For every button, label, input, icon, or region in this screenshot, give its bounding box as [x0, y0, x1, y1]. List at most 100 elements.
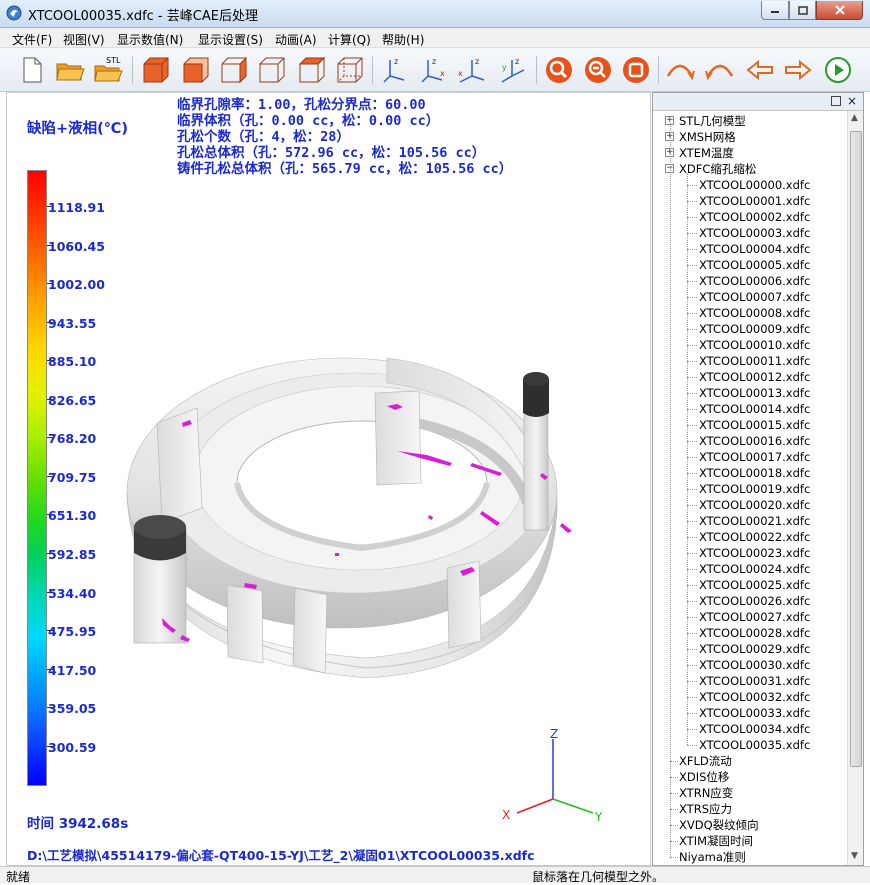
minimize-icon: [771, 11, 779, 13]
rotate-ccw-icon[interactable]: [704, 54, 736, 86]
menu-file[interactable]: 文件(F): [12, 31, 52, 48]
menu-show-values[interactable]: 显示数值(N): [117, 31, 183, 48]
fit-view-icon[interactable]: [620, 54, 652, 86]
tree-file-item[interactable]: XTCOOL00030.xdfc: [699, 657, 810, 673]
cube-wire-icon[interactable]: [256, 54, 288, 86]
tree-file-item[interactable]: XTCOOL00024.xdfc: [699, 561, 810, 577]
tree-result-item[interactable]: XTRS应力: [679, 801, 732, 817]
play-icon[interactable]: [822, 54, 854, 86]
tree-file-item[interactable]: XTCOOL00025.xdfc: [699, 577, 810, 593]
tree-group-item[interactable]: XDFC缩孔缩松: [679, 161, 756, 177]
undo-arrow-icon[interactable]: [744, 54, 776, 86]
cube-iso-icon[interactable]: [334, 54, 366, 86]
tree-file-item[interactable]: XTCOOL00035.xdfc: [699, 737, 810, 753]
tree-connector: [687, 665, 697, 666]
tree-file-item[interactable]: XTCOOL00033.xdfc: [699, 705, 810, 721]
tree-file-item[interactable]: XTCOOL00029.xdfc: [699, 641, 810, 657]
menu-display-settings[interactable]: 显示设置(S): [198, 31, 263, 48]
status-ready: 就绪: [6, 870, 31, 884]
view-axis-xz-icon[interactable]: zx: [456, 54, 488, 86]
tree-scrollbar[interactable]: ▲ ▼: [847, 111, 863, 865]
info-critical-volume: 临界体积（孔：0.00 cc，松：0.00 cc）: [177, 113, 440, 129]
view-axis-z-icon[interactable]: z: [380, 54, 412, 86]
tree-file-item[interactable]: XTCOOL00012.xdfc: [699, 369, 810, 385]
zoom-out-icon[interactable]: [582, 54, 614, 86]
solid-cube-icon[interactable]: [140, 54, 172, 86]
tree-result-item[interactable]: XTIM凝固时间: [679, 833, 753, 849]
scroll-down-icon[interactable]: ▼: [851, 851, 858, 861]
tree-group-item[interactable]: XTEM温度: [679, 145, 734, 161]
cube-front-icon[interactable]: [180, 54, 212, 86]
tree-file-item[interactable]: XTCOOL00031.xdfc: [699, 673, 810, 689]
menu-help[interactable]: 帮助(H): [382, 31, 424, 48]
zoom-in-icon[interactable]: [543, 54, 575, 86]
pin-icon[interactable]: [831, 96, 841, 106]
tree-result-item[interactable]: XDIS位移: [679, 769, 729, 785]
3d-viewport[interactable]: 临界孔隙率：1.00，孔松分界点：60.00 临界体积（孔：0.00 cc，松：…: [6, 92, 651, 866]
panel-close-icon[interactable]: ×: [847, 94, 857, 108]
tree-file-item[interactable]: XTCOOL00019.xdfc: [699, 481, 810, 497]
scroll-up-icon[interactable]: ▲: [851, 113, 858, 123]
tree-file-item[interactable]: XTCOOL00011.xdfc: [699, 353, 810, 369]
tree-file-item[interactable]: XTCOOL00009.xdfc: [699, 321, 810, 337]
minimize-button[interactable]: [761, 1, 789, 20]
open-folder-icon[interactable]: [54, 54, 86, 86]
redo-arrow-icon[interactable]: [782, 54, 814, 86]
tree-file-item[interactable]: XTCOOL00015.xdfc: [699, 417, 810, 433]
menu-view[interactable]: 视图(V): [63, 31, 105, 48]
view-axis-y-icon[interactable]: zy: [496, 54, 528, 86]
tree-group-item[interactable]: STL几何模型: [679, 113, 746, 129]
tree-connector: [687, 697, 697, 698]
tree-file-item[interactable]: XTCOOL00021.xdfc: [699, 513, 810, 529]
tree-connector: [687, 745, 697, 746]
tree-file-item[interactable]: XTCOOL00002.xdfc: [699, 209, 810, 225]
tree-result-item[interactable]: XTRN应变: [679, 785, 733, 801]
tree-file-item[interactable]: XTCOOL00013.xdfc: [699, 385, 810, 401]
toolbar: STL z zx zx zy: [0, 48, 870, 92]
tree-file-item[interactable]: XTCOOL00026.xdfc: [699, 593, 810, 609]
tree-file-item[interactable]: XTCOOL00028.xdfc: [699, 625, 810, 641]
tree-file-item[interactable]: XTCOOL00023.xdfc: [699, 545, 810, 561]
tree-file-item[interactable]: XTCOOL00034.xdfc: [699, 721, 810, 737]
file-path-label: D:\工艺模拟\45514179-偏心套-QT400-15-YJ\工艺_2\凝固…: [27, 848, 535, 863]
tree-connector: [670, 777, 678, 778]
tree-file-item[interactable]: XTCOOL00017.xdfc: [699, 449, 810, 465]
tree-file-item[interactable]: XTCOOL00032.xdfc: [699, 689, 810, 705]
maximize-button[interactable]: [789, 1, 816, 20]
tree-file-item[interactable]: XTCOOL00016.xdfc: [699, 433, 810, 449]
tree-file-item[interactable]: XTCOOL00006.xdfc: [699, 273, 810, 289]
tree-file-item[interactable]: XTCOOL00004.xdfc: [699, 241, 810, 257]
tree-file-item[interactable]: XTCOOL00007.xdfc: [699, 289, 810, 305]
tree-file-item[interactable]: XTCOOL00005.xdfc: [699, 257, 810, 273]
rotate-cw-icon[interactable]: [664, 54, 696, 86]
menu-animation[interactable]: 动画(A): [275, 31, 317, 48]
tree-file-item[interactable]: XTCOOL00000.xdfc: [699, 177, 810, 193]
casting-model[interactable]: [87, 263, 607, 683]
tree-file-item[interactable]: XTCOOL00027.xdfc: [699, 609, 810, 625]
tree-file-item[interactable]: XTCOOL00022.xdfc: [699, 529, 810, 545]
tree-file-item[interactable]: XTCOOL00003.xdfc: [699, 225, 810, 241]
tree-result-item[interactable]: XFLD流动: [679, 753, 732, 769]
close-button[interactable]: [816, 1, 863, 20]
tree-result-item[interactable]: XVDQ裂纹倾向: [679, 817, 759, 833]
tree-connector: [687, 185, 697, 186]
tree-connector: [687, 201, 697, 202]
tree-file-item[interactable]: XTCOOL00018.xdfc: [699, 465, 810, 481]
info-total-volume: 孔松总体积（孔：572.96 cc，松：105.56 cc）: [177, 145, 486, 161]
tree-connector: [687, 681, 697, 682]
cube-side-icon[interactable]: [218, 54, 250, 86]
view-axis-x-icon[interactable]: zx: [418, 54, 450, 86]
menu-calculate[interactable]: 计算(Q): [328, 31, 371, 48]
tree-file-item[interactable]: XTCOOL00020.xdfc: [699, 497, 810, 513]
scroll-thumb[interactable]: [850, 131, 862, 767]
tree-group-item[interactable]: XMSH网格: [679, 129, 736, 145]
tree-file-item[interactable]: XTCOOL00010.xdfc: [699, 337, 810, 353]
tree-file-item[interactable]: XTCOOL00008.xdfc: [699, 305, 810, 321]
tree-file-item[interactable]: XTCOOL00014.xdfc: [699, 401, 810, 417]
open-stl-icon[interactable]: STL: [92, 54, 124, 86]
tree-file-item[interactable]: XTCOOL00001.xdfc: [699, 193, 810, 209]
cube-top-icon[interactable]: [296, 54, 328, 86]
tree-result-item[interactable]: Niyama准则: [679, 849, 746, 865]
new-file-icon[interactable]: [16, 54, 48, 86]
tree-view[interactable]: + STL几何模型 + XMSH网格 + XTEM温度 − XDFC缩孔缩松 XTCOOL000…: [653, 111, 846, 865]
